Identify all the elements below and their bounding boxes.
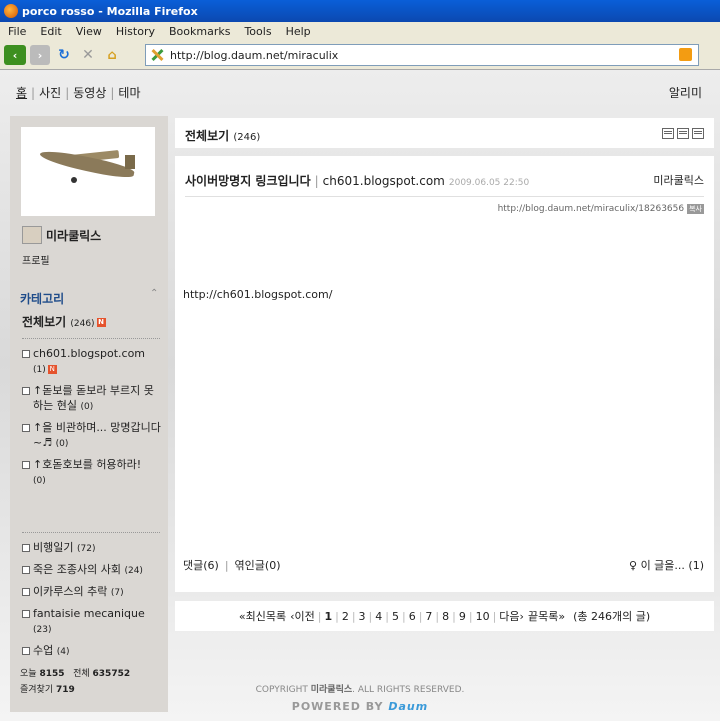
- stop-icon[interactable]: ✕: [78, 45, 98, 65]
- category-item[interactable]: fantaisie mecanique (23): [22, 606, 162, 638]
- menu-tools[interactable]: Tools: [244, 25, 271, 38]
- profile-name[interactable]: 미라쿨릭스: [22, 226, 101, 244]
- nav-theme[interactable]: 테마: [118, 86, 140, 100]
- forward-button[interactable]: ›: [30, 45, 50, 65]
- back-button[interactable]: ‹: [4, 45, 26, 65]
- trackback-link[interactable]: 엮인글(0): [235, 559, 281, 572]
- category-item[interactable]: ↑을 비관하며... 망명갑니다~♬ (0): [22, 420, 162, 452]
- category-item[interactable]: 수업 (4): [22, 643, 162, 660]
- list-view-icon[interactable]: [662, 128, 674, 139]
- collapse-icon[interactable]: ⌃: [150, 288, 158, 299]
- nav-video[interactable]: 동영상: [73, 86, 106, 100]
- summary-view-icon[interactable]: [677, 128, 689, 139]
- window-titlebar: porco rosso - Mozilla Firefox: [0, 0, 720, 22]
- category-item[interactable]: 죽은 조종사의 사회 (24): [22, 562, 162, 579]
- blog-top-nav: 홈 | 사진 | 동영상 | 테마: [16, 86, 141, 100]
- nav-home[interactable]: 홈: [16, 86, 27, 100]
- page-link[interactable]: 4: [375, 610, 382, 623]
- copyright: COPYRIGHT 미라쿨릭스. ALL RIGHTS RESERVED.: [255, 685, 465, 695]
- prev-link[interactable]: ‹이전: [290, 608, 315, 624]
- sidebar: 미라쿨릭스 프로필 카테고리 ⌃ 전체보기 (246) N ch601.blogs…: [10, 116, 168, 712]
- powered-by: POWERED BY Daum: [291, 700, 429, 713]
- page-link[interactable]: 8: [442, 610, 449, 623]
- new-badge-icon: N: [96, 318, 106, 327]
- total-count: (총 246개의 글): [573, 610, 651, 623]
- menu-file[interactable]: File: [8, 25, 26, 38]
- category-item[interactable]: ↑호돋호보를 허용하라! (0): [22, 457, 162, 489]
- post-content[interactable]: http://ch601.blogspot.com/: [183, 288, 332, 301]
- page-link[interactable]: 7: [425, 610, 432, 623]
- navigation-toolbar: ‹ › ↻ ✕ ⌂ http://blog.daum.net/miraculix: [0, 41, 720, 70]
- menu-bookmarks[interactable]: Bookmarks: [169, 25, 230, 38]
- url-text: http://blog.daum.net/miraculix: [170, 48, 339, 62]
- menu-bar: File Edit View History Bookmarks Tools H…: [0, 22, 720, 41]
- page-link[interactable]: 6: [409, 610, 416, 623]
- page-link[interactable]: 2: [342, 610, 349, 623]
- category-all[interactable]: 전체보기 (246) N: [22, 313, 106, 330]
- menu-help[interactable]: Help: [286, 25, 311, 38]
- post-date: 2009.06.05 22:50: [448, 178, 530, 188]
- page-link[interactable]: 3: [359, 610, 366, 623]
- alarm-link[interactable]: 알리미: [669, 84, 702, 101]
- window-title: porco rosso - Mozilla Firefox: [22, 4, 198, 18]
- page-link[interactable]: 5: [392, 610, 399, 623]
- profile-image[interactable]: [21, 127, 155, 216]
- nickname: 미라쿨릭스: [46, 228, 102, 243]
- new-badge-icon: N: [47, 364, 57, 374]
- list-header: 전체보기 (246): [175, 118, 714, 148]
- home-icon[interactable]: ⌂: [102, 45, 122, 65]
- blog-page: 홈 | 사진 | 동영상 | 테마 알리미 미라쿨릭스 프로필 카테고리 ⌃ 전체보기 (2…: [0, 70, 720, 721]
- rss-feed-icon[interactable]: [679, 48, 692, 61]
- post-permalink: http://blog.daum.net/miraculix/18263656 복…: [497, 204, 704, 214]
- profile-link[interactable]: 프로필: [22, 252, 50, 267]
- page-title: 전체보기 (246): [185, 129, 261, 143]
- category-group-2: 비행일기 (72) 죽은 조종사의 사회 (24) 이카루스의 추락 (7) f…: [22, 540, 162, 665]
- daum-logo[interactable]: Daum: [388, 700, 428, 713]
- menu-view[interactable]: View: [76, 25, 102, 38]
- page-link[interactable]: 10: [476, 610, 490, 623]
- menu-history[interactable]: History: [116, 25, 155, 38]
- avatar: [22, 226, 42, 244]
- view-mode-icons: [662, 128, 704, 139]
- menu-edit[interactable]: Edit: [40, 25, 61, 38]
- comments-link[interactable]: 댓글(6): [183, 559, 219, 572]
- copy-button[interactable]: 복사: [687, 204, 704, 214]
- full-view-icon[interactable]: [692, 128, 704, 139]
- url-bar[interactable]: http://blog.daum.net/miraculix: [145, 44, 699, 66]
- next-link[interactable]: 다음›: [499, 608, 524, 624]
- category-item[interactable]: 비행일기 (72): [22, 540, 162, 557]
- category-group-1: ch601.blogspot.com (1) N ↑돋보를 돋보라 부르지 못하는 …: [22, 346, 162, 494]
- category-item[interactable]: 이카루스의 추락 (7): [22, 584, 162, 601]
- latest-link[interactable]: «최신목록: [239, 608, 286, 624]
- page-link[interactable]: 9: [459, 610, 466, 623]
- post-footer: 댓글(6) | 엮인글(0): [183, 559, 281, 572]
- post-author[interactable]: 미라쿨릭스: [653, 172, 704, 188]
- nav-photo[interactable]: 사진: [39, 86, 61, 100]
- post: 사이버망명지 링크입니다 | ch601.blogspot.com 2009.06.0…: [175, 156, 714, 592]
- pagination: «최신목록 ‹이전 | 1 | 2 | 3 | 4 | 5 | 6 | 7 | 8 | 9 | 1…: [175, 601, 714, 631]
- category-item[interactable]: ch601.blogspot.com (1) N: [22, 346, 162, 378]
- page-link[interactable]: 1: [324, 610, 332, 623]
- last-link[interactable]: 끝목록»: [528, 608, 565, 624]
- site-favicon-icon: [150, 48, 164, 62]
- firefox-icon: [4, 4, 18, 18]
- post-title[interactable]: 사이버망명지 링크입니다 | ch601.blogspot.com 2009.06.0…: [185, 172, 529, 189]
- category-title: 카테고리: [20, 292, 65, 306]
- reload-icon[interactable]: ↻: [54, 45, 74, 65]
- category-item[interactable]: ↑돋보를 돋보라 부르지 못하는 현실 (0): [22, 383, 162, 415]
- recommend-link[interactable]: ♀ 이 글을... (1): [629, 557, 704, 573]
- thumb-icon: ♀: [629, 559, 638, 572]
